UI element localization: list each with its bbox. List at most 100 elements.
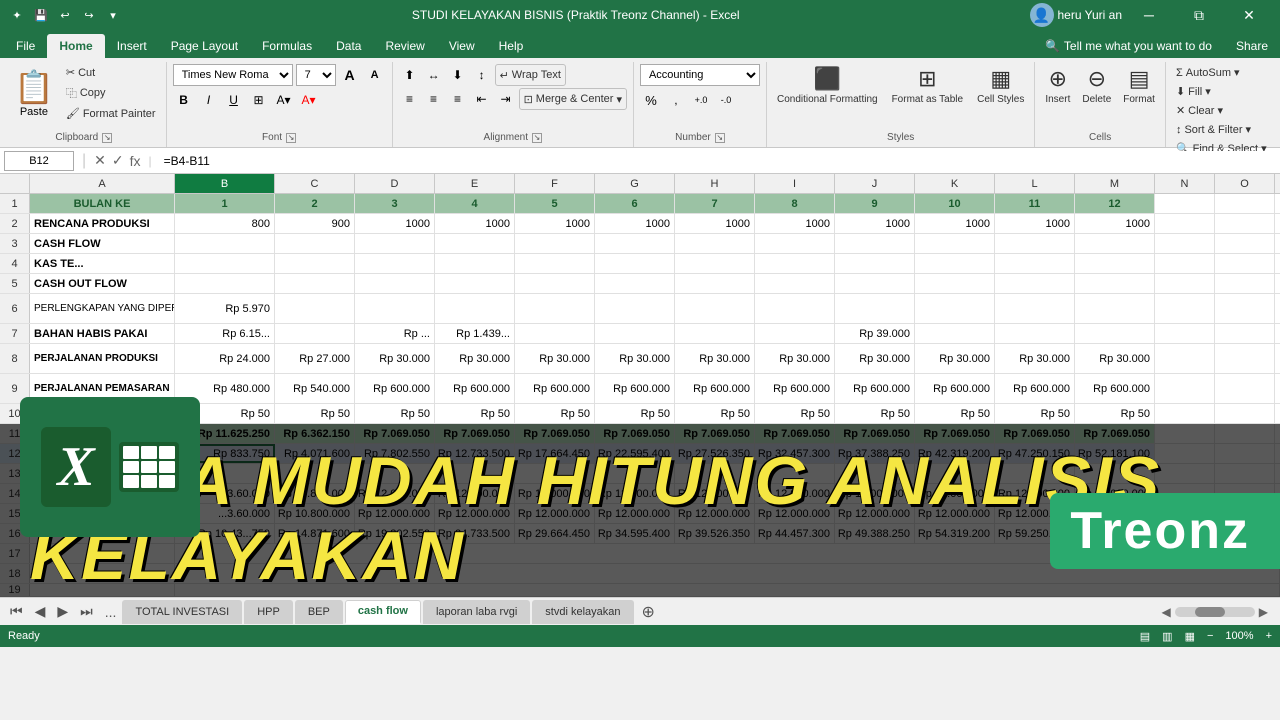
cell-J2[interactable]: 1000	[835, 214, 915, 233]
save-icon[interactable]: 💾	[32, 6, 50, 24]
cell-H9[interactable]: Rp 600.000	[675, 374, 755, 403]
cell-P1[interactable]	[1275, 194, 1280, 213]
cell-C9[interactable]: Rp 540.000	[275, 374, 355, 403]
cell-J7[interactable]: Rp 39.000	[835, 324, 915, 343]
add-sheet-button[interactable]: ⊕	[636, 602, 661, 622]
cell-B2[interactable]: 800	[175, 214, 275, 233]
cell-O7[interactable]	[1215, 324, 1275, 343]
col-header-P[interactable]: P	[1275, 174, 1280, 193]
sheet-tab-total-investasi[interactable]: TOTAL INVESTASI	[122, 600, 242, 624]
sheet-tab-studi[interactable]: stvdi kelayakan	[532, 600, 633, 624]
cell-M9[interactable]: Rp 600.000	[1075, 374, 1155, 403]
cell-N4[interactable]	[1155, 254, 1215, 273]
col-header-I[interactable]: I	[755, 174, 835, 193]
cell-O5[interactable]	[1215, 274, 1275, 293]
cell-E1[interactable]: 4	[435, 194, 515, 213]
fill-button[interactable]: ⬇ Fill▾	[1172, 83, 1215, 100]
row-header-6[interactable]: 6	[0, 294, 30, 323]
cell-C3[interactable]	[275, 234, 355, 253]
cell-M7[interactable]	[1075, 324, 1155, 343]
row-header-7[interactable]: 7	[0, 324, 30, 343]
cell-D2[interactable]: 1000	[355, 214, 435, 233]
cell-K6[interactable]	[915, 294, 995, 323]
tab-formulas[interactable]: Formulas	[250, 34, 324, 58]
decrease-font-button[interactable]: A	[364, 64, 386, 86]
cell-G6[interactable]	[595, 294, 675, 323]
cut-button[interactable]: ✂ Cut	[62, 64, 160, 81]
cell-F2[interactable]: 1000	[515, 214, 595, 233]
cell-O8[interactable]	[1215, 344, 1275, 373]
delete-button[interactable]: ⊖ Delete	[1078, 64, 1115, 107]
cell-N10[interactable]	[1155, 404, 1215, 423]
sheet-tab-cash-flow[interactable]: cash flow	[345, 600, 421, 624]
cell-A3[interactable]: CASH FLOW	[30, 234, 175, 253]
cell-G5[interactable]	[595, 274, 675, 293]
cell-B5[interactable]	[175, 274, 275, 293]
col-header-O[interactable]: O	[1215, 174, 1275, 193]
align-top-button[interactable]: ⬆	[399, 64, 421, 86]
cell-C6[interactable]	[275, 294, 355, 323]
cell-L10[interactable]: Rp 50	[995, 404, 1075, 423]
cell-I10[interactable]: Rp 50	[755, 404, 835, 423]
cell-G1[interactable]: 6	[595, 194, 675, 213]
cell-P3[interactable]	[1275, 234, 1280, 253]
cell-C8[interactable]: Rp 27.000	[275, 344, 355, 373]
cell-K2[interactable]: 1000	[915, 214, 995, 233]
cell-L8[interactable]: Rp 30.000	[995, 344, 1075, 373]
cell-N7[interactable]	[1155, 324, 1215, 343]
tell-me-box[interactable]: 🔍 Tell me what you want to do	[1033, 34, 1224, 58]
cell-B1[interactable]: 1	[175, 194, 275, 213]
col-header-J[interactable]: J	[835, 174, 915, 193]
align-center-button[interactable]: ≡	[423, 88, 445, 110]
cell-H6[interactable]	[675, 294, 755, 323]
decrease-decimal-button[interactable]: -.0	[715, 89, 737, 111]
status-view-layout[interactable]: ▥	[1162, 630, 1172, 643]
sheet-tab-hpp[interactable]: HPP	[244, 600, 293, 624]
bold-button[interactable]: B	[173, 89, 195, 111]
sheet-tab-laporan[interactable]: laporan laba rvgi	[423, 600, 530, 624]
cell-K3[interactable]	[915, 234, 995, 253]
cell-C2[interactable]: 900	[275, 214, 355, 233]
cell-K5[interactable]	[915, 274, 995, 293]
cell-E6[interactable]	[435, 294, 515, 323]
cell-M2[interactable]: 1000	[1075, 214, 1155, 233]
tab-data[interactable]: Data	[324, 34, 373, 58]
tab-file[interactable]: File	[4, 34, 47, 58]
col-header-K[interactable]: K	[915, 174, 995, 193]
paste-button[interactable]: 📋 Paste	[8, 64, 60, 120]
cell-F4[interactable]	[515, 254, 595, 273]
cell-M5[interactable]	[1075, 274, 1155, 293]
alignment-expand-icon[interactable]: ↘	[532, 133, 542, 143]
cell-E4[interactable]	[435, 254, 515, 273]
cell-J6[interactable]	[835, 294, 915, 323]
cell-O3[interactable]	[1215, 234, 1275, 253]
font-expand-icon[interactable]: ↘	[286, 133, 296, 143]
cell-F3[interactable]	[515, 234, 595, 253]
restore-button[interactable]: ⧉	[1176, 0, 1222, 30]
cell-H1[interactable]: 7	[675, 194, 755, 213]
col-header-G[interactable]: G	[595, 174, 675, 193]
cell-M8[interactable]: Rp 30.000	[1075, 344, 1155, 373]
cell-O4[interactable]	[1215, 254, 1275, 273]
horizontal-scroll-right[interactable]: ▶	[1259, 605, 1268, 619]
cell-C1[interactable]: 2	[275, 194, 355, 213]
indent-decrease-button[interactable]: ⇤	[471, 88, 493, 110]
cell-I8[interactable]: Rp 30.000	[755, 344, 835, 373]
tab-view[interactable]: View	[437, 34, 487, 58]
cell-L3[interactable]	[995, 234, 1075, 253]
col-header-N[interactable]: N	[1155, 174, 1215, 193]
wrap-text-button[interactable]: ↵ Wrap Text	[495, 64, 566, 86]
cell-F8[interactable]: Rp 30.000	[515, 344, 595, 373]
cell-N1[interactable]	[1155, 194, 1215, 213]
cell-C5[interactable]	[275, 274, 355, 293]
cell-H8[interactable]: Rp 30.000	[675, 344, 755, 373]
col-header-A[interactable]: A	[30, 174, 175, 193]
col-header-B[interactable]: B	[175, 174, 275, 193]
cell-B3[interactable]	[175, 234, 275, 253]
undo-icon[interactable]: ↩	[56, 6, 74, 24]
cell-K9[interactable]: Rp 600.000	[915, 374, 995, 403]
border-button[interactable]: ⊞	[248, 89, 270, 111]
cell-E10[interactable]: Rp 50	[435, 404, 515, 423]
cell-D7[interactable]: Rp ...	[355, 324, 435, 343]
font-color-button[interactable]: A▾	[298, 89, 320, 111]
